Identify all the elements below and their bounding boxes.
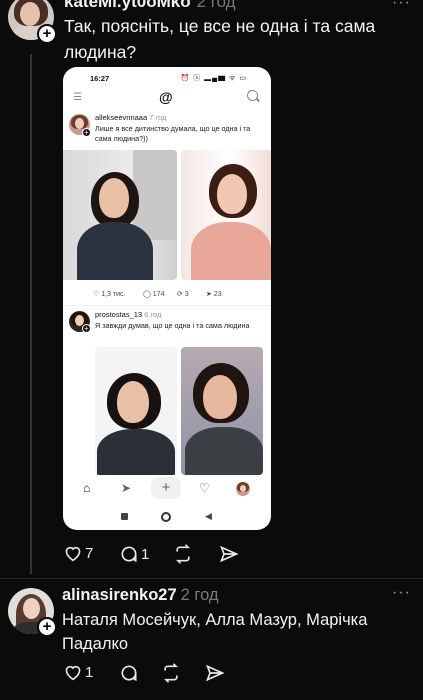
post1-username-text: allekseevnnaaa: [95, 113, 148, 122]
more-options-icon[interactable]: ···: [392, 0, 411, 12]
post2-text: Я завжди думав, що це одна і та сама люд…: [95, 321, 250, 330]
avatar-face: [240, 485, 246, 492]
post2-username: prostostas_13 6 год: [95, 310, 161, 319]
photo-wall-panel: [133, 150, 177, 240]
photo-jacket: [185, 427, 263, 475]
photo-jacket: [77, 222, 153, 280]
comment-share-button[interactable]: [205, 663, 225, 683]
embedded-screenshot[interactable]: 16:27 ⏰ ⓢ ▂▄▆ ᯤ ▭ ☰ @ + allekseevnnaaa 7 …: [63, 67, 271, 530]
post1-repost-count: 3: [184, 291, 189, 298]
home-icon: ⌂: [83, 481, 91, 495]
post1-repost-action: ⟳ 3: [177, 291, 189, 298]
post-divider: [0, 578, 423, 579]
threads-logo-icon: @: [159, 89, 173, 105]
share-button[interactable]: [219, 544, 239, 564]
comment-icon: [121, 665, 137, 682]
post1-like-action: ♡ 1,3 тис.: [93, 291, 126, 298]
repost-icon: [175, 544, 191, 564]
comment-author-name[interactable]: alinasirenko27: [62, 586, 177, 604]
avatar-face: [23, 598, 40, 619]
post-divider: [63, 305, 271, 306]
post1-share-action: ➤ 23: [206, 291, 222, 298]
post-time: 2 год: [196, 0, 236, 11]
post1-share-count: 23: [213, 291, 222, 298]
heart-icon: ♡: [199, 481, 210, 495]
post1-time: 7 год: [149, 113, 167, 122]
comment-button[interactable]: 1: [119, 544, 149, 564]
photo-jacket: [97, 429, 175, 475]
heart-icon: [65, 546, 81, 562]
repost-button[interactable]: [173, 544, 193, 564]
follow-plus-icon: +: [82, 128, 91, 137]
follow-plus-icon: +: [82, 324, 91, 333]
post2-photo-1: [95, 347, 177, 475]
like-button[interactable]: 7: [63, 544, 93, 562]
post1-comment-count: 174: [152, 291, 165, 298]
comment-time: 2 год: [180, 586, 219, 604]
send-icon: [206, 664, 225, 682]
post1-username: allekseevnnaaa 7 год: [95, 113, 166, 122]
comment-icon: [121, 546, 137, 563]
send-icon: ➤: [121, 481, 132, 495]
compose-icon: +: [151, 477, 181, 499]
profile-icon: [236, 482, 250, 496]
comment-reply-button[interactable]: [119, 663, 139, 683]
post2-username-text: prostostas_13: [95, 310, 143, 319]
post2-photo-2: [181, 347, 263, 475]
comment-like-button[interactable]: 1: [63, 663, 93, 681]
android-back-icon: ◀: [205, 511, 212, 521]
follow-plus-icon[interactable]: +: [37, 617, 57, 637]
post-text: Так, поясніть, це все не одна і та сама …: [64, 16, 376, 62]
android-home-icon: [161, 512, 171, 522]
more-options-icon[interactable]: ···: [392, 584, 411, 602]
post1-text: Лише я все дитинство думала, що це одна …: [95, 124, 251, 143]
heart-icon: [65, 665, 81, 681]
android-recent-icon: [121, 513, 128, 520]
post-author-name[interactable]: kateMl.yt0oMko: [64, 0, 191, 11]
status-time: 16:27: [90, 74, 110, 83]
post2-time: 6 год: [144, 310, 162, 319]
photo-top: [191, 222, 271, 280]
post1-photo-1: [63, 150, 177, 280]
repost-icon: [163, 663, 179, 683]
avatar-face: [75, 118, 84, 129]
thread-line: [30, 54, 32, 574]
post-author[interactable]: kateMl.yt0oMko 2 год: [64, 0, 236, 12]
post1-comment-action: ◯ 174: [143, 291, 165, 298]
photo-face: [117, 381, 149, 423]
comment-text: Наталя Мосейчук, Алла Мазур, Марічка Пад…: [62, 611, 368, 653]
comment-like-count: 1: [85, 663, 94, 681]
photo-face: [203, 375, 237, 419]
post1-like-count: 1,3 тис.: [101, 291, 126, 298]
follow-plus-icon[interactable]: +: [37, 24, 57, 44]
post1-photo-2: [181, 150, 271, 280]
status-icons: ⏰ ⓢ ▂▄▆ ᯤ ▭: [180, 75, 247, 82]
photo-face: [217, 174, 247, 214]
comment-repost-button[interactable]: [161, 663, 181, 683]
send-icon: [220, 545, 239, 563]
avatar-face: [20, 2, 40, 26]
comment-count: 1: [141, 545, 150, 563]
photo-face: [99, 178, 129, 218]
search-icon: [247, 90, 258, 101]
like-count: 7: [85, 544, 94, 562]
menu-icon: ☰: [73, 92, 82, 103]
comment-author[interactable]: alinasirenko27 2 год: [62, 586, 219, 605]
